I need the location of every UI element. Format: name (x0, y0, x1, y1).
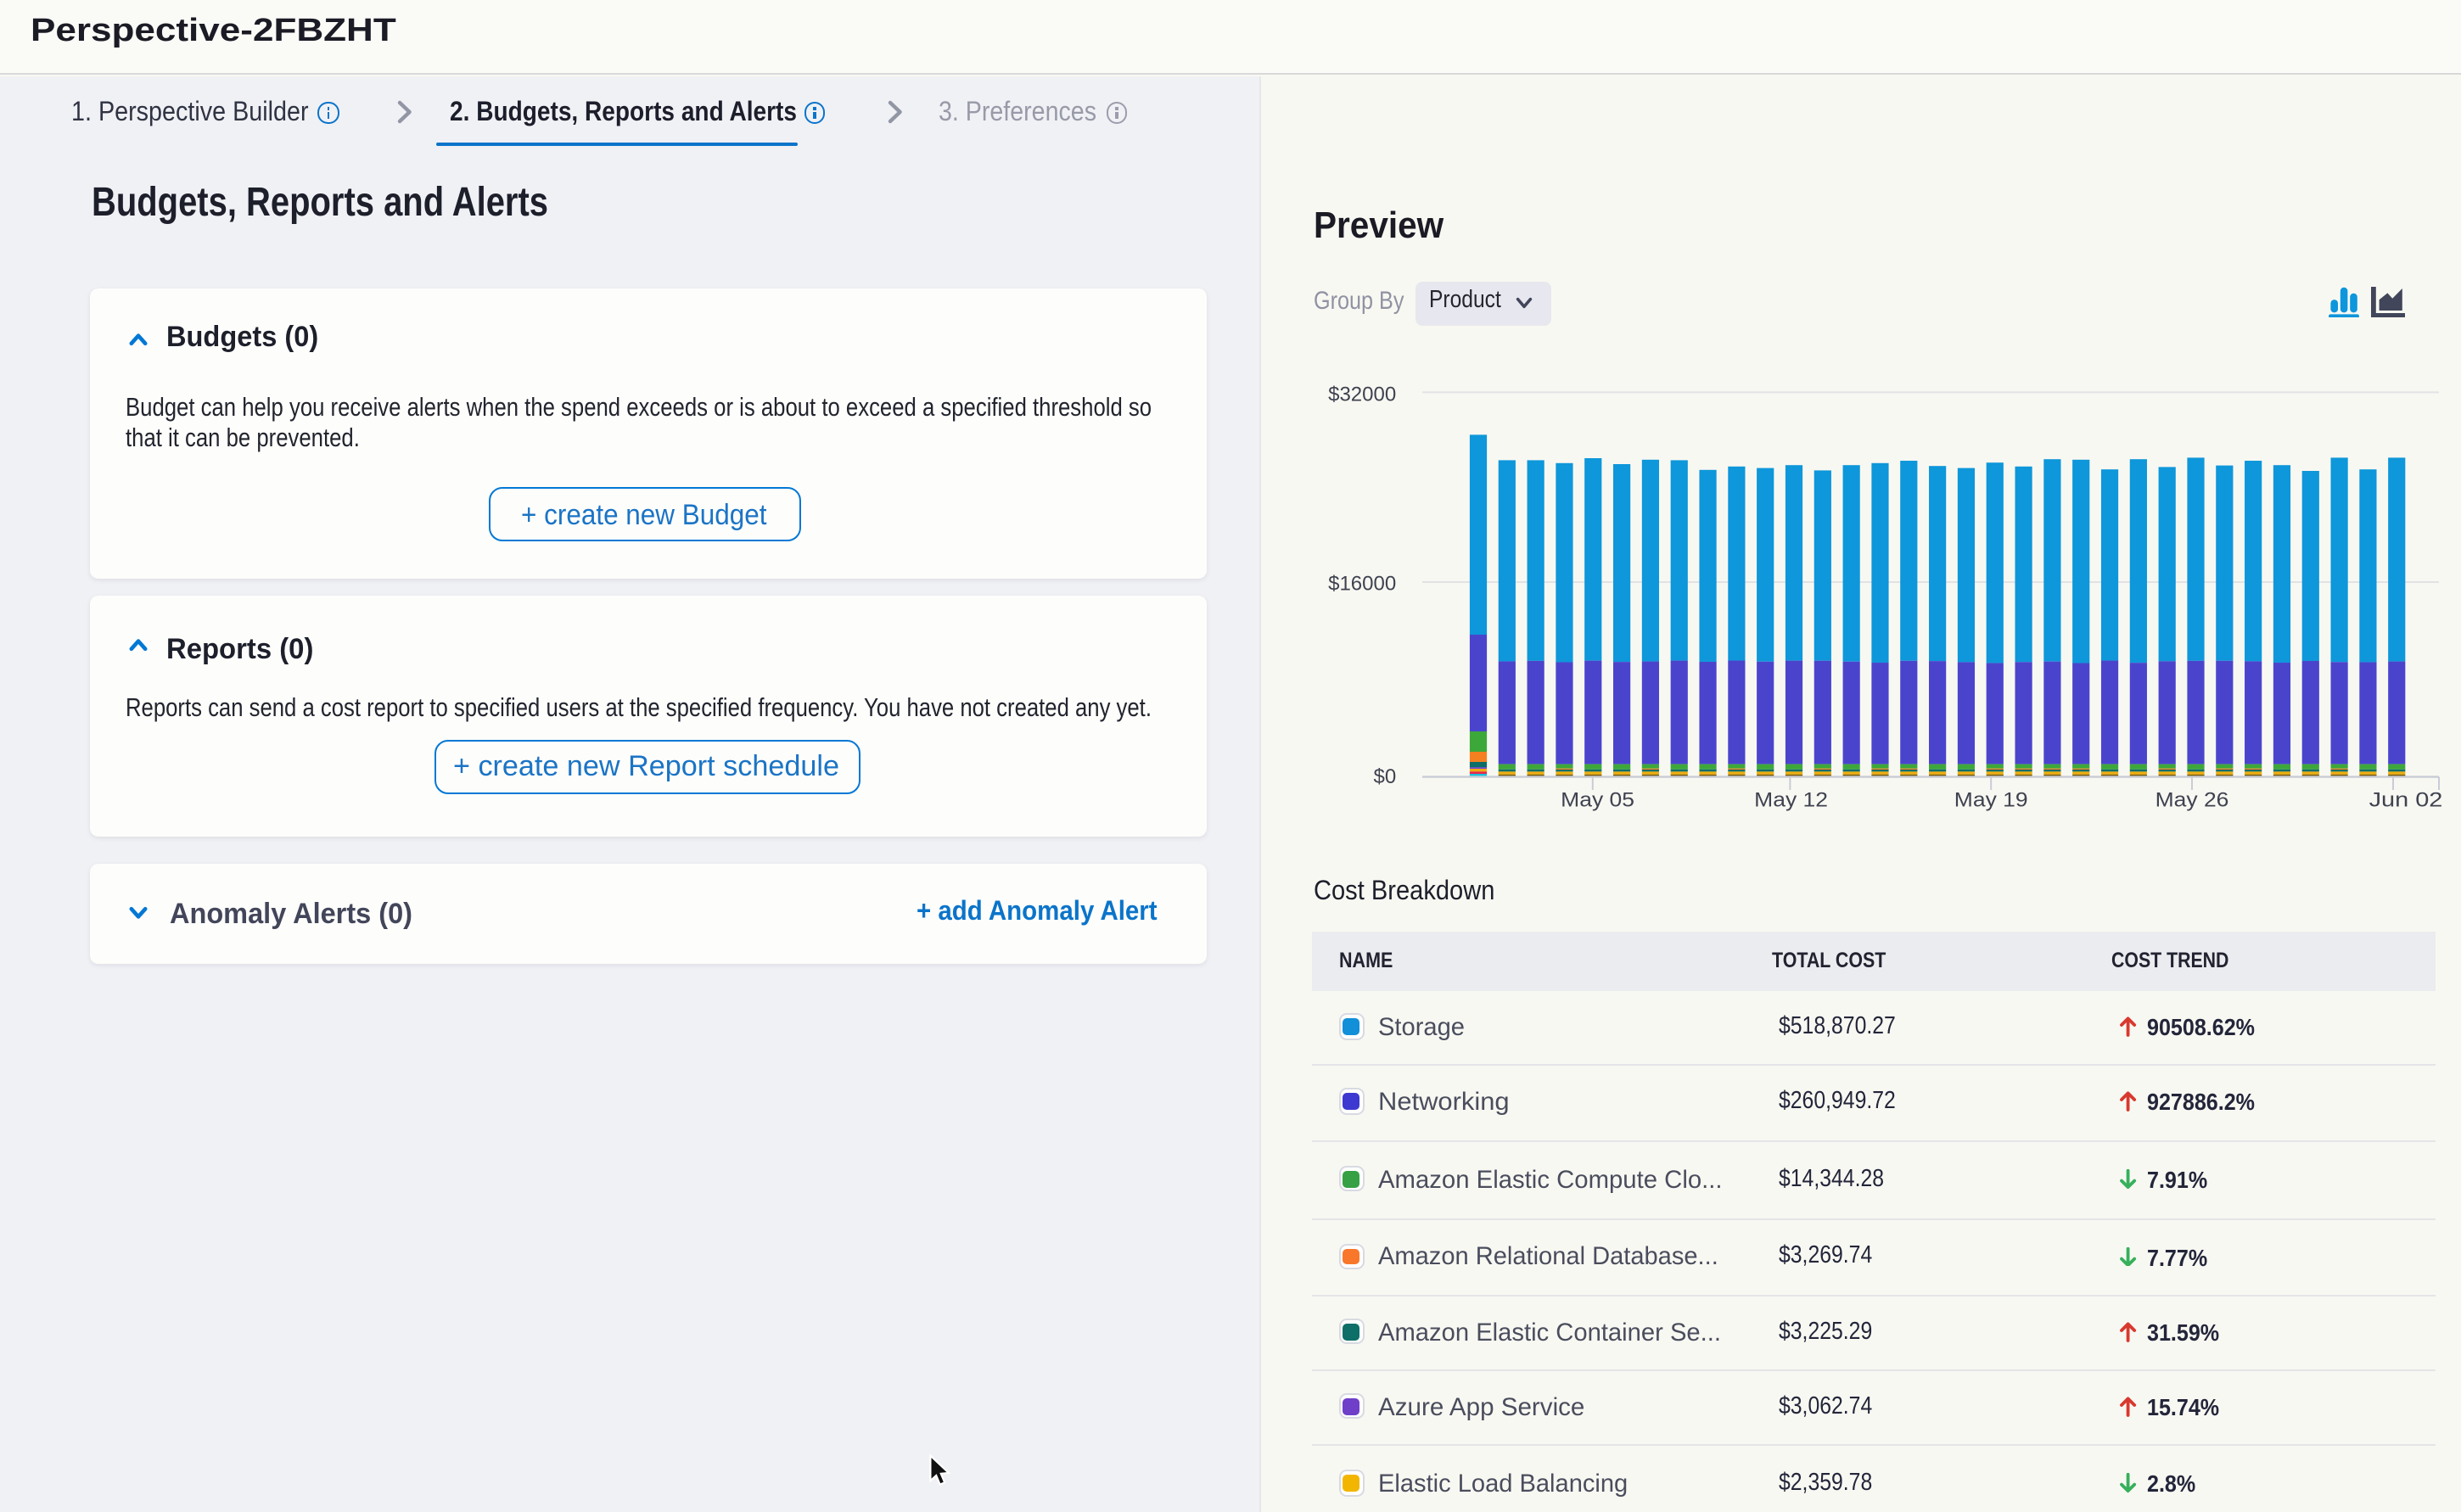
svg-text:$16000: $16000 (1328, 573, 1396, 596)
svg-text:May 05: May 05 (1561, 788, 1634, 811)
svg-text:May 19: May 19 (1954, 788, 2028, 811)
svg-text:May 12: May 12 (1754, 788, 1828, 811)
svg-text:$0: $0 (1373, 765, 1396, 788)
svg-text:$32000: $32000 (1328, 383, 1396, 406)
svg-text:Jun 02: Jun 02 (2369, 788, 2443, 811)
svg-text:May 26: May 26 (2155, 788, 2229, 811)
